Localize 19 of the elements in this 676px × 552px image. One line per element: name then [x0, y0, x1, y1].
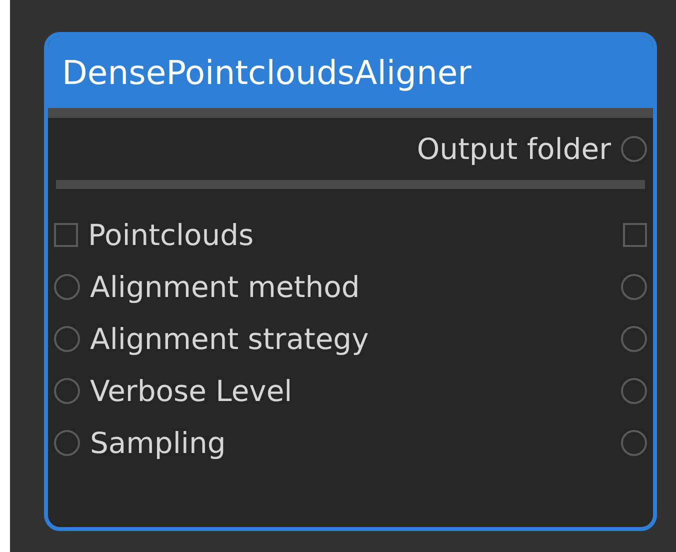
- circle-port[interactable]: [621, 326, 647, 352]
- circle-port[interactable]: [621, 430, 647, 456]
- attribute-label: Verbose Level: [90, 376, 294, 406]
- circle-port[interactable]: [621, 274, 647, 300]
- attribute-label: Output folder: [416, 134, 611, 164]
- circle-port[interactable]: [54, 326, 80, 352]
- square-port[interactable]: [623, 223, 647, 247]
- circle-port[interactable]: [54, 430, 80, 456]
- attribute-label: Alignment method: [90, 272, 361, 302]
- attribute-label: Pointclouds: [88, 220, 255, 250]
- circle-port[interactable]: [621, 378, 647, 404]
- attribute-label: Sampling: [90, 428, 227, 458]
- attribute-label: Alignment strategy: [90, 324, 370, 354]
- node-card[interactable]: DensePointcloudsAligner Output folder Pointclouds Alignment method Alignment strategy Verbose Level Sampling: [44, 32, 657, 531]
- circle-port[interactable]: [621, 136, 647, 162]
- node-title: DensePointcloudsAligner: [62, 56, 472, 88]
- circle-port[interactable]: [54, 378, 80, 404]
- circle-port[interactable]: [54, 274, 80, 300]
- square-port[interactable]: [54, 223, 78, 247]
